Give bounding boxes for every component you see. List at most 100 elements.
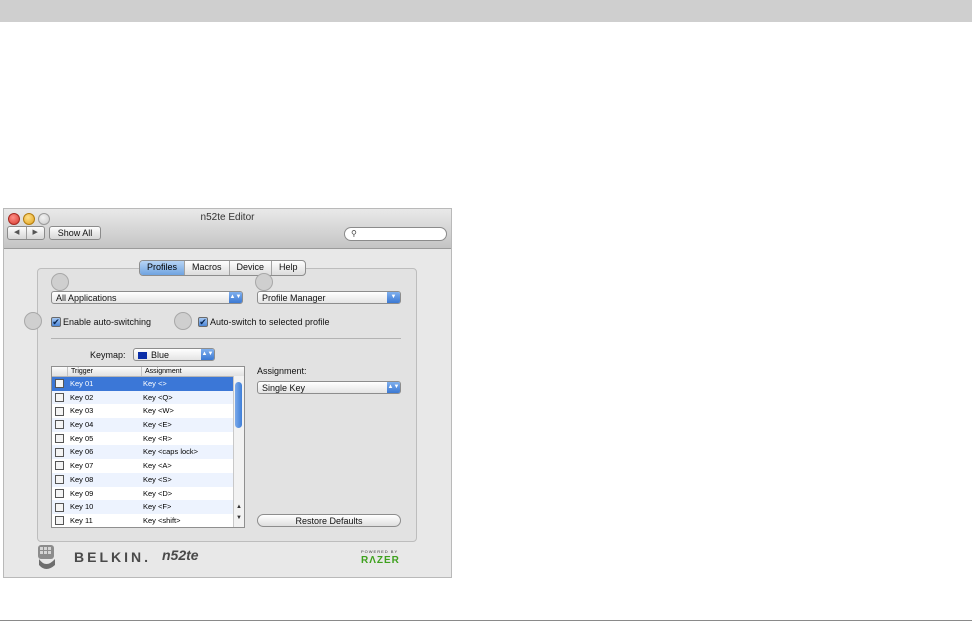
trigger-cell: Key 11 [70, 515, 93, 525]
profile-manager-select[interactable]: Profile Manager ▼ [257, 291, 401, 304]
keymap-label: Keymap: [90, 350, 126, 360]
auto-switch-selected-checkbox[interactable]: ✔ Auto-switch to selected profile [198, 317, 330, 327]
assignment-cell: Key <D> [143, 488, 173, 498]
powered-by-text: POWERED BY [361, 549, 399, 554]
table-row[interactable]: Key 02 Key <Q> [52, 390, 244, 405]
table-header: Trigger Assignment [52, 367, 244, 377]
assignment-cell: Key <E> [143, 420, 172, 430]
trigger-cell: Key 04 [70, 420, 94, 430]
razer-logo: RΛZER [361, 555, 400, 566]
assignment-cell: Key <S> [143, 474, 172, 484]
tab-bar: Profiles Macros Device Help [139, 260, 306, 276]
vertical-scrollbar[interactable]: ▲ ▼ [233, 376, 244, 527]
table-row[interactable]: Key 09 Key <D> [52, 487, 244, 501]
n52te-editor-window: n52te Editor ◀ ▶ Show All ⚲ Profiles Mac… [3, 208, 452, 578]
key-icon [55, 461, 64, 471]
enable-auto-switching-label: Enable auto-switching [63, 317, 152, 327]
keypad-icon [38, 545, 55, 569]
key-icon [55, 420, 64, 430]
scroll-up-arrow-icon[interactable]: ▲ [234, 504, 244, 510]
keymap-select[interactable]: Blue ▲▼ [133, 348, 215, 361]
application-select-value: All Applications [56, 293, 117, 303]
table-body: Key 01 Key <> Key 02 Key <Q> Key 03 Key <W> Ke… [52, 377, 244, 527]
keymap-color-swatch [138, 352, 147, 359]
trigger-cell: Key 06 [70, 447, 94, 457]
callout-circle [24, 312, 42, 330]
tab-macros[interactable]: Macros [185, 261, 230, 275]
tab-help[interactable]: Help [272, 261, 305, 275]
keymap-value: Blue [151, 350, 170, 360]
table-row[interactable]: Key 06 Key <caps lock> [52, 445, 244, 460]
scrollbar-thumb[interactable] [235, 382, 242, 428]
trigger-cell: Key 07 [70, 461, 94, 471]
assignment-cell: Key <W> [143, 406, 174, 416]
chevron-down-icon: ▼ [387, 292, 400, 303]
show-all-button[interactable]: Show All [49, 226, 101, 240]
callout-circle [174, 312, 192, 330]
callout-circle [255, 273, 273, 291]
profile-manager-value: Profile Manager [262, 293, 326, 303]
checkmark-icon: ✔ [198, 317, 208, 327]
assignment-column-header[interactable]: Assignment [142, 367, 244, 376]
updown-arrow-icon: ▲▼ [387, 382, 400, 393]
assignment-type-value: Single Key [262, 383, 306, 393]
n52te-wordmark: n52te [162, 547, 199, 563]
table-row[interactable]: Key 08 Key <S> [52, 472, 244, 487]
updown-arrow-icon: ▲▼ [229, 292, 242, 303]
trigger-cell: Key 03 [70, 406, 94, 416]
trigger-cell: Key 09 [70, 488, 94, 498]
bottom-rule [0, 620, 972, 621]
checkmark-icon: ✔ [51, 317, 61, 327]
application-select[interactable]: All Applications ▲▼ [51, 291, 243, 304]
search-field[interactable]: ⚲ [344, 227, 447, 241]
restore-defaults-button[interactable]: Restore Defaults [257, 514, 401, 527]
table-row[interactable]: Key 10 Key <F> [52, 500, 244, 514]
trigger-column-header[interactable]: Trigger [68, 367, 142, 376]
table-row[interactable]: Key 03 Key <W> [52, 404, 244, 418]
table-row[interactable]: Key 01 Key <> [52, 377, 244, 391]
assignment-cell: Key <R> [143, 433, 173, 443]
title-bar: n52te Editor ◀ ▶ Show All ⚲ [4, 209, 451, 249]
key-icon [55, 447, 64, 457]
assignment-cell: Key <A> [143, 461, 172, 471]
assignment-label: Assignment: [257, 366, 307, 376]
assignment-cell: Key <Q> [143, 392, 173, 402]
back-forward-buttons: ◀ ▶ [7, 226, 45, 240]
window-title: n52te Editor [200, 212, 255, 223]
trigger-cell: Key 01 [70, 379, 94, 388]
trigger-cell: Key 10 [70, 502, 94, 512]
forward-arrow-icon[interactable]: ▶ [27, 227, 45, 239]
assignment-cell: Key <F> [143, 502, 172, 512]
assignment-cell: Key <> [143, 379, 167, 388]
trigger-cell: Key 02 [70, 392, 94, 402]
top-bar [0, 0, 972, 22]
back-arrow-icon[interactable]: ◀ [8, 227, 27, 239]
divider [51, 338, 401, 339]
scroll-down-arrow-icon[interactable]: ▼ [234, 515, 244, 521]
callout-circle [51, 273, 69, 291]
key-icon [55, 379, 64, 389]
key-icon [55, 393, 64, 403]
tab-profiles[interactable]: Profiles [140, 261, 186, 275]
key-icon [55, 406, 64, 416]
table-row[interactable]: Key 07 Key <A> [52, 459, 244, 473]
assignment-type-select[interactable]: Single Key ▲▼ [257, 381, 401, 394]
belkin-logo: BELKIN. n52te [34, 543, 244, 571]
key-icon [55, 516, 64, 526]
updown-arrow-icon: ▲▼ [201, 349, 214, 360]
assignment-cell: Key <caps lock> [143, 447, 199, 457]
table-row[interactable]: Key 04 Key <E> [52, 418, 244, 432]
table-row[interactable]: Key 11 Key <shift> [52, 514, 244, 527]
key-icon [55, 475, 64, 485]
key-assignment-table: Trigger Assignment Key 01 Key <> Key 02 Key… [51, 366, 245, 528]
auto-switch-selected-label: Auto-switch to selected profile [210, 317, 330, 327]
key-icon [55, 502, 64, 512]
trigger-cell: Key 05 [70, 433, 94, 443]
key-icon [55, 434, 64, 444]
enable-auto-switching-checkbox[interactable]: ✔ Enable auto-switching [51, 317, 151, 327]
trigger-cell: Key 08 [70, 474, 94, 484]
key-icon [55, 488, 64, 498]
table-row[interactable]: Key 05 Key <R> [52, 432, 244, 446]
belkin-wordmark: BELKIN. [74, 549, 151, 565]
assignment-cell: Key <shift> [143, 515, 181, 525]
